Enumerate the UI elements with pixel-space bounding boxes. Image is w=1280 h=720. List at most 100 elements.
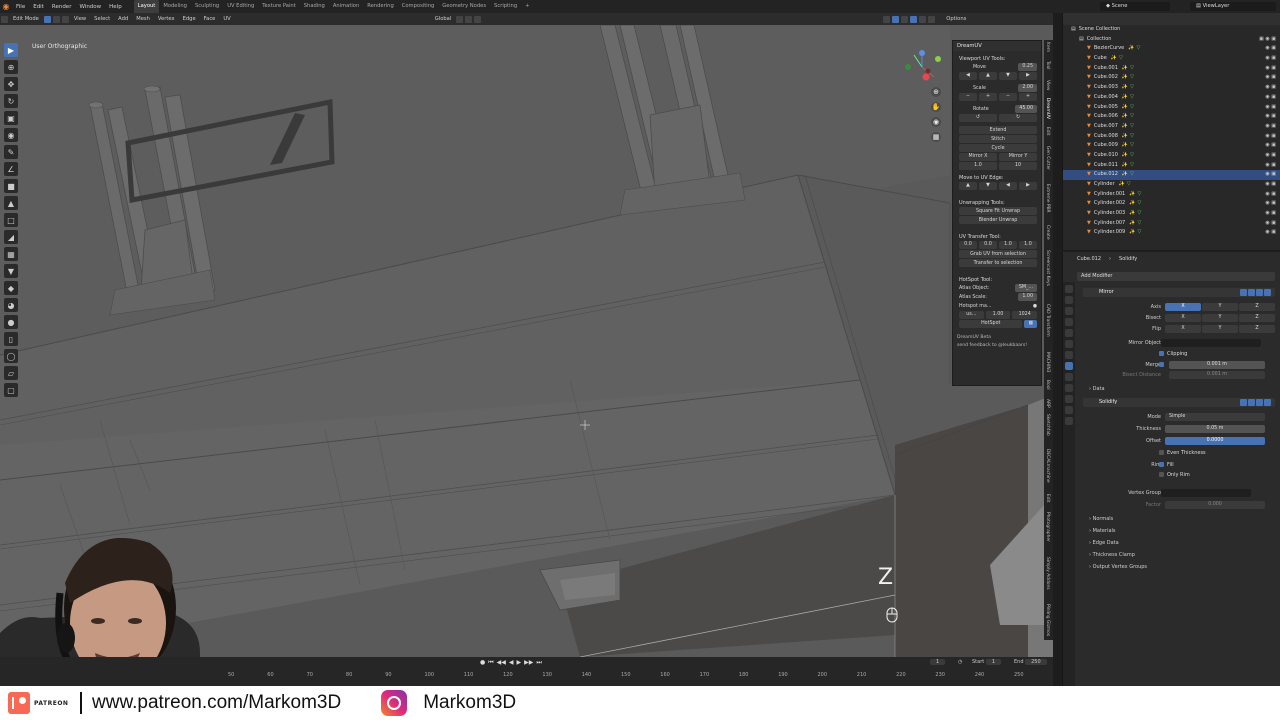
mesh-data-icon[interactable]: ▽ [1130,162,1134,168]
tab-physics[interactable] [1065,384,1073,392]
tab-modifiers[interactable] [1065,362,1073,370]
visibility-eye-icon[interactable]: ◉ ▣ [1265,219,1276,229]
vertex-group-field[interactable] [1161,489,1251,497]
visibility-eye-icon[interactable]: ◉ ▣ [1265,228,1276,238]
outliner-item[interactable]: ▼ Cube.007 ✨ ▽ ◉ ▣ [1063,122,1280,132]
blender-logo-icon[interactable]: ◉ [0,0,12,13]
mesh-data-icon[interactable]: ▽ [1127,181,1131,187]
play-reverse-icon[interactable]: ◀ [509,659,514,667]
edge-slide-tool-icon[interactable]: ▯ [4,332,18,346]
modifier-wrench-icon[interactable]: ✨ [1129,210,1135,216]
outliner-item[interactable]: ▼ Cube.009 ✨ ▽ ◉ ▣ [1063,141,1280,151]
mirror-x-button[interactable]: Mirror X [959,153,997,161]
solidify-modifier-name[interactable]: Solidify [1099,399,1117,405]
sidebar-tab[interactable]: DECALmachine [1045,449,1050,483]
menu-render[interactable]: Render [48,4,76,10]
sidebar-tab[interactable]: Photographer [1045,512,1050,542]
modifier-wrench-icon[interactable]: ✨ [1129,200,1135,206]
bevel-tool-icon[interactable]: ◢ [4,230,18,244]
visibility-eye-icon[interactable]: ◉ ▣ [1265,122,1276,132]
outliner-item[interactable]: ▼ Cylinder.007 ✨ ▽ ◉ ▣ [1063,219,1280,229]
mesh-data-icon[interactable]: ▽ [1137,191,1141,197]
shading-material-icon[interactable] [919,15,927,23]
transfer-value-4[interactable]: 1.0 [1019,241,1037,249]
sidebar-tab[interactable]: View [1045,80,1050,90]
outliner-item[interactable]: ▼ Cube.003 ✨ ▽ ◉ ▣ [1063,83,1280,93]
mirror-modifier-name[interactable]: Mirror [1099,289,1114,295]
modifier-wrench-icon[interactable]: ✨ [1122,84,1128,90]
sidebar-tab[interactable]: Extreme PBR [1045,184,1050,213]
outliner-item[interactable]: ▼ Cylinder.003 ✨ ▽ ◉ ▣ [1063,209,1280,219]
move-tool-icon[interactable]: ✥ [4,77,18,91]
sidebar-tab[interactable]: Bool [1045,380,1050,390]
modifier-toggle-icons[interactable] [1240,289,1271,296]
visibility-eye-icon[interactable]: ◉ ▣ [1265,151,1276,161]
menu-view[interactable]: View [70,16,90,22]
modifier-wrench-icon[interactable]: ✨ [1122,162,1128,168]
sidebar-tab[interactable]: Tool [1045,61,1050,70]
tab-tool[interactable] [1065,285,1073,293]
tab-scene[interactable] [1065,329,1073,337]
scene-collection-row[interactable]: ▤ Scene Collection [1063,25,1280,35]
sidebar-tab[interactable]: Edit [1045,494,1050,503]
overlay-icon[interactable] [883,15,891,23]
menu-help[interactable]: Help [105,4,126,10]
mesh-data-icon[interactable]: ▽ [1130,171,1134,177]
visibility-eye-icon[interactable]: ◉ ▣ [1265,93,1276,103]
merge-distance-field[interactable]: 0.001 m [1169,361,1265,369]
visibility-eye-icon[interactable]: ◉ ▣ [1265,64,1276,74]
scale-value-field[interactable]: 2.00 [1018,84,1037,92]
uv-offset-field-2[interactable]: 10 [999,162,1037,170]
modifier-wrench-icon[interactable]: ✨ [1122,133,1128,139]
workspace-tab-uv-editing[interactable]: UV Editing [223,0,258,13]
tab-object[interactable] [1065,351,1073,359]
sidebar-tab[interactable]: Gen Cutter [1045,146,1050,170]
even-thickness-checkbox[interactable]: Even Thickness [1159,450,1206,456]
tab-render[interactable] [1065,296,1073,304]
visibility-eye-icon[interactable]: ◉ ▣ [1265,112,1276,122]
mesh-data-icon[interactable]: ▽ [1130,133,1134,139]
rotate-value-field[interactable]: 45.00 [1015,105,1037,113]
solidify-subpanel[interactable]: › Materials [1089,528,1116,534]
keyframe-dot-icon[interactable]: ● [480,659,485,667]
menu-add[interactable]: Add [114,16,132,22]
outliner-item[interactable]: ▼ Cylinder.009 ✨ ▽ ◉ ▣ [1063,228,1280,238]
annotate-tool-icon[interactable]: ✎ [4,145,18,159]
offset-slider[interactable]: 0.0000 [1165,437,1265,445]
cycle-button[interactable]: Cycle [959,144,1037,152]
play-icon[interactable]: ▶ [517,659,522,667]
mirror-modifier-header[interactable]: Mirror [1083,288,1275,297]
menu-select[interactable]: Select [90,16,114,22]
mirror-flip-y-toggle[interactable]: Y [1202,325,1238,333]
hotspot-toggle-icon[interactable]: ▦ [1024,320,1037,328]
properties-object-name[interactable]: Cube.012 [1077,256,1101,262]
mesh-data-icon[interactable]: ▽ [1137,200,1141,206]
outliner-item[interactable]: ▼ Cube.005 ✨ ▽ ◉ ▣ [1063,103,1280,113]
menu-edge[interactable]: Edge [179,16,200,22]
mirror-bisect-y-toggle[interactable]: Y [1202,314,1238,322]
editor-type-icon[interactable] [1,15,8,23]
mirror-bisect-z-toggle[interactable]: Z [1239,314,1275,322]
rotate-ccw-button[interactable]: ↺ [959,114,997,122]
mesh-data-icon[interactable]: ▽ [1130,104,1134,110]
tab-particles[interactable] [1065,373,1073,381]
pivot-icon[interactable] [456,15,464,23]
sidebar-tab[interactable]: Edit [1045,127,1050,136]
current-frame-field[interactable]: 1 [930,659,946,665]
tab-data[interactable] [1065,406,1073,414]
pan-hand-icon[interactable]: ✋ [931,102,941,112]
mesh-data-icon[interactable]: ▽ [1137,45,1141,51]
shear-tool-icon[interactable]: ▱ [4,366,18,380]
workspace-tab-scripting[interactable]: Scripting [490,0,521,13]
menu-window[interactable]: Window [75,4,105,10]
ortho-toggle-icon[interactable]: ▦ [931,132,941,142]
modifier-wrench-icon[interactable]: ✨ [1122,113,1128,119]
mesh-data-icon[interactable]: ▽ [1130,113,1134,119]
hotspot-button[interactable]: HotSpot [959,320,1023,328]
menu-uv[interactable]: UV [219,16,234,22]
solidify-modifier-header[interactable]: Solidify [1083,398,1275,407]
fill-checkbox[interactable]: Fill [1159,462,1174,468]
sidebar-tab[interactable]: Sketchfab [1045,414,1050,436]
modifier-wrench-icon[interactable]: ✨ [1122,152,1128,158]
mode-selector[interactable]: Edit Mode [9,16,43,22]
